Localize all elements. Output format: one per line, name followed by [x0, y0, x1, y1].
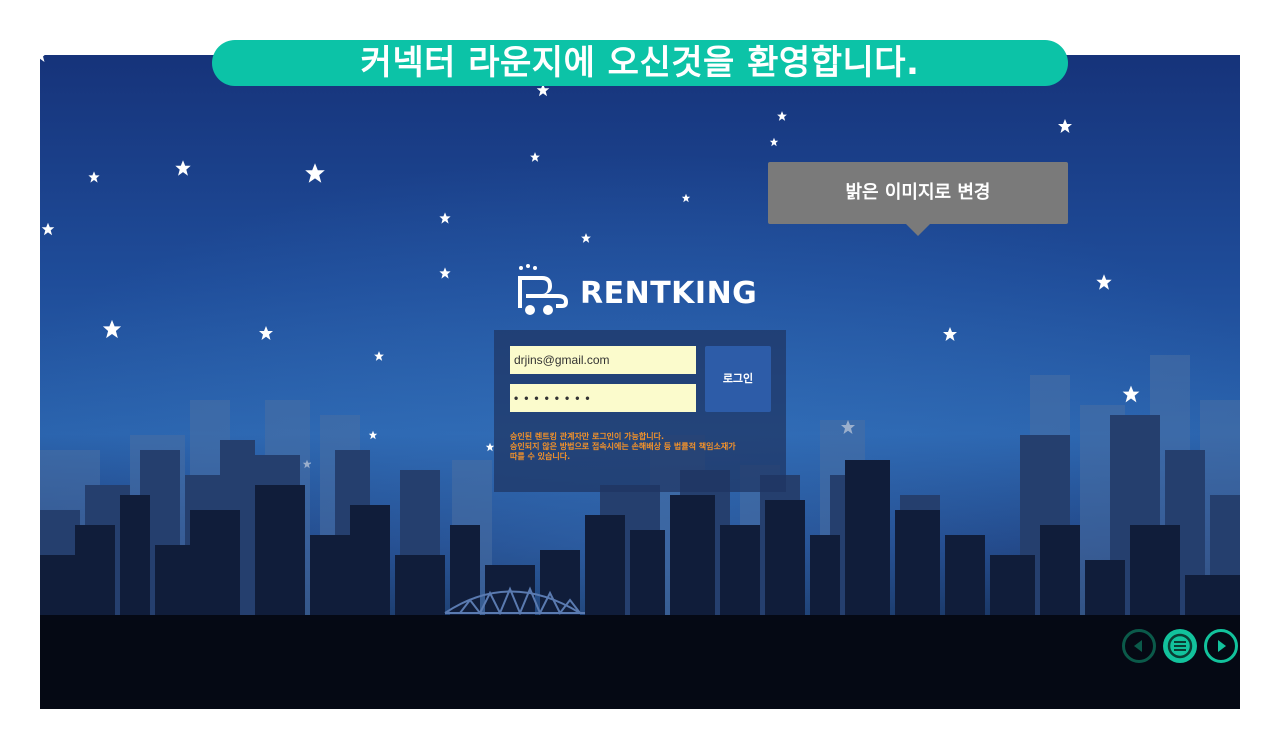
notice-line: 승인된 렌트킹 관계자만 로그인이 가능합니다.: [510, 432, 665, 441]
login-panel: drjins@gmail.com •••••••• 로그인 승인된 렌트킹 관계…: [494, 330, 786, 492]
ground: [40, 615, 1240, 709]
change-theme-tooltip[interactable]: 밝은 이미지로 변경: [768, 162, 1068, 236]
notice-line: 승인되지 않은 방법으로 접속시에는 손해배상 등 법률적 책임소재가: [510, 442, 736, 451]
email-input[interactable]: drjins@gmail.com: [510, 346, 696, 374]
next-button[interactable]: [1204, 629, 1238, 663]
next-icon: [1218, 640, 1226, 652]
notice-line: 따를 수 있습니다.: [510, 452, 571, 461]
password-input[interactable]: ••••••••: [510, 384, 696, 412]
previous-icon: [1134, 640, 1142, 652]
menu-icon: [1167, 633, 1193, 659]
welcome-banner: 커넥터 라운지에 오신것을 환영합니다.: [212, 40, 1068, 86]
rentking-logo-icon: [512, 264, 570, 322]
tooltip-label: 밝은 이미지로 변경: [845, 182, 991, 203]
previous-button[interactable]: [1122, 629, 1156, 663]
rentking-logo: RENTKING: [512, 264, 758, 322]
menu-button[interactable]: [1163, 629, 1197, 663]
login-button[interactable]: 로그인: [705, 346, 771, 412]
login-notice: 승인된 렌트킹 관계자만 로그인이 가능합니다. 승인되지 않은 방법으로 접속…: [510, 432, 776, 462]
brand-name: RENTKING: [580, 275, 758, 311]
tooltip-pointer: [906, 224, 930, 236]
